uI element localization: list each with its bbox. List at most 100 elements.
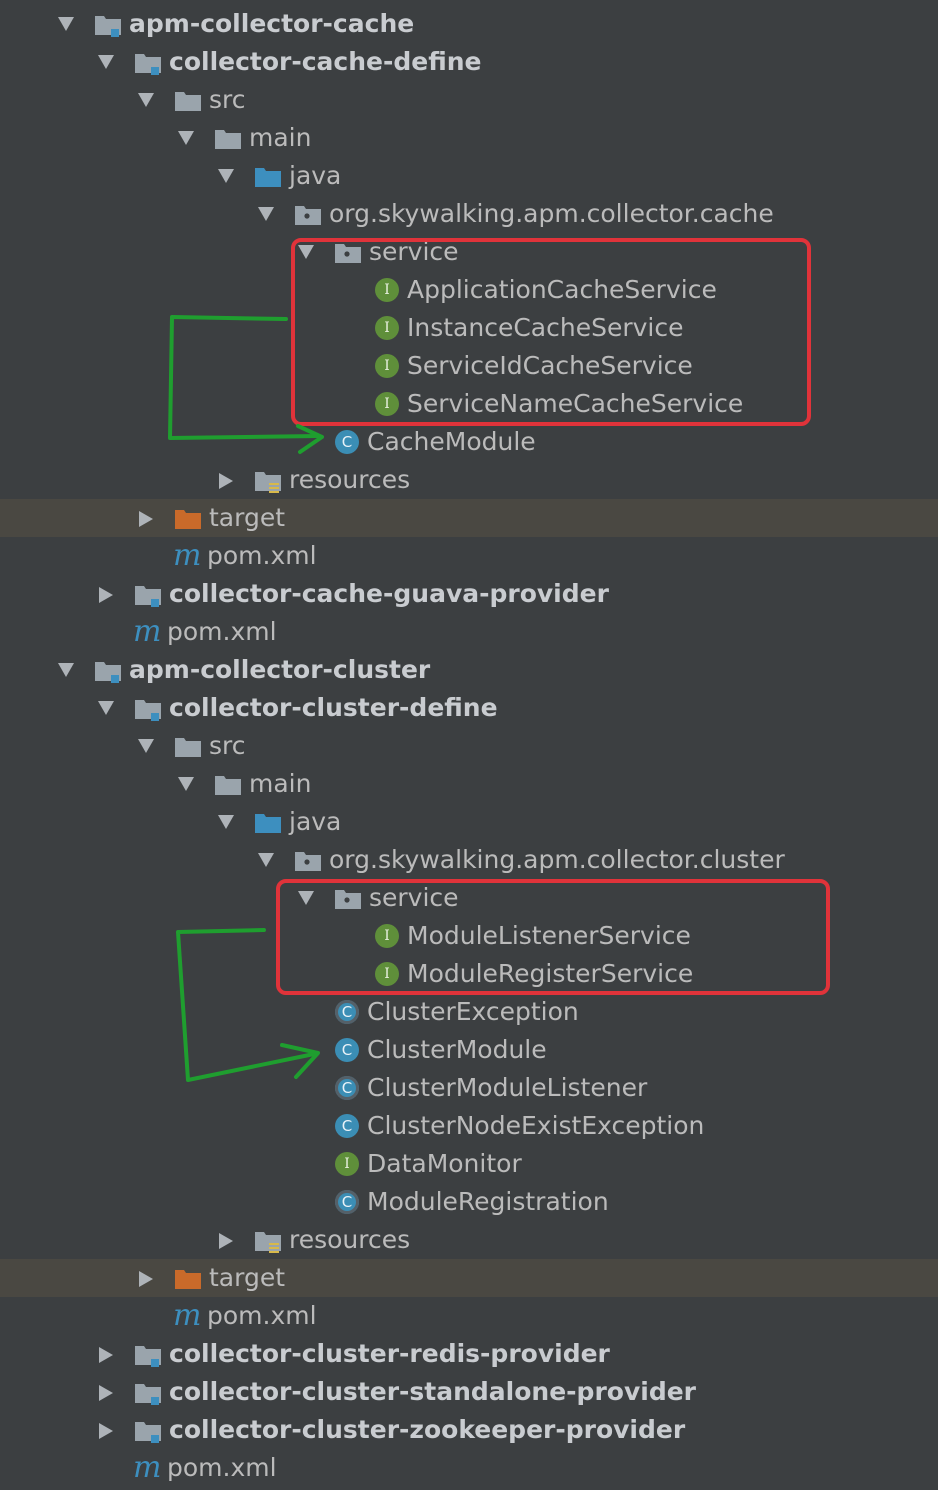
tree-item-label: src: [209, 85, 246, 114]
tree-row[interactable]: target: [0, 499, 938, 537]
expand-arrow-icon[interactable]: [253, 195, 277, 233]
tree-row[interactable]: apm-collector-cluster: [0, 651, 938, 689]
tree-row[interactable]: src: [0, 81, 938, 119]
collapse-arrow-icon[interactable]: [133, 499, 157, 537]
target-folder-icon: [173, 1259, 205, 1297]
resources-folder-icon: [253, 1221, 285, 1259]
project-tree[interactable]: apm-collector-cache collector-cache-defin…: [0, 0, 938, 1490]
collapse-arrow-icon[interactable]: [133, 1259, 157, 1297]
expand-arrow-icon[interactable]: [293, 233, 317, 271]
interface-icon: I: [375, 955, 407, 993]
collapse-arrow-icon[interactable]: [93, 575, 117, 613]
expand-arrow-icon[interactable]: [133, 81, 157, 119]
abstract-class-icon: C: [335, 993, 367, 1031]
expand-arrow-icon[interactable]: [173, 765, 197, 803]
resources-folder-icon: [253, 461, 285, 499]
tree-row[interactable]: src: [0, 727, 938, 765]
class-badge: C: [335, 1114, 359, 1138]
tree-row[interactable]: resources: [0, 1221, 938, 1259]
tree-row[interactable]: C CacheModule: [0, 423, 938, 461]
tree-row[interactable]: apm-collector-cache: [0, 5, 938, 43]
tree-item-label: target: [209, 1263, 286, 1292]
tree-item-label: main: [249, 769, 312, 798]
tree-item-label: pom.xml: [167, 1453, 277, 1482]
tree-row[interactable]: resources: [0, 461, 938, 499]
expand-arrow-icon[interactable]: [133, 727, 157, 765]
tree-row[interactable]: collector-cluster-zookeeper-provider: [0, 1411, 938, 1449]
expand-arrow-icon[interactable]: [213, 157, 237, 195]
tree-row[interactable]: main: [0, 765, 938, 803]
tree-row[interactable]: C ClusterNodeExistException: [0, 1107, 938, 1145]
tree-row[interactable]: org.skywalking.apm.collector.cache: [0, 195, 938, 233]
tree-row[interactable]: org.skywalking.apm.collector.cluster: [0, 841, 938, 879]
tree-row[interactable]: collector-cluster-redis-provider: [0, 1335, 938, 1373]
expand-arrow-icon[interactable]: [213, 803, 237, 841]
expand-arrow-icon[interactable]: [293, 879, 317, 917]
maven-glyph: m: [173, 538, 202, 573]
tree-row[interactable]: I DataMonitor: [0, 1145, 938, 1183]
folder-icon: [173, 81, 205, 119]
maven-icon: m: [173, 1297, 205, 1335]
interface-icon: I: [375, 385, 407, 423]
tree-row[interactable]: m pom.xml: [0, 1449, 938, 1487]
interface-icon: I: [375, 271, 407, 309]
class-badge: C: [335, 1000, 359, 1024]
tree-row[interactable]: java: [0, 803, 938, 841]
tree-row[interactable]: main: [0, 119, 938, 157]
tree-row[interactable]: I ModuleRegisterService: [0, 955, 938, 993]
folder-icon: [213, 119, 245, 157]
tree-row[interactable]: service: [0, 233, 938, 271]
expand-arrow-icon[interactable]: [173, 119, 197, 157]
tree-item-label: collector-cluster-standalone-provider: [169, 1377, 697, 1406]
tree-row[interactable]: C ModuleRegistration: [0, 1183, 938, 1221]
tree-row[interactable]: service: [0, 879, 938, 917]
tree-item-label: src: [209, 731, 246, 760]
tree-item-label: InstanceCacheService: [407, 313, 684, 342]
interface-badge: I: [375, 924, 399, 948]
tree-row[interactable]: m pom.xml: [0, 1297, 938, 1335]
expand-arrow-icon[interactable]: [93, 43, 117, 81]
tree-row[interactable]: I ServiceIdCacheService: [0, 347, 938, 385]
tree-item-label: main: [249, 123, 312, 152]
module-folder-icon: [133, 1373, 165, 1411]
collapse-arrow-icon[interactable]: [93, 1411, 117, 1449]
module-folder-icon: [133, 43, 165, 81]
expand-arrow-icon[interactable]: [93, 689, 117, 727]
tree-row[interactable]: C ClusterModule: [0, 1031, 938, 1069]
package-icon: [333, 233, 365, 271]
tree-row[interactable]: collector-cache-guava-provider: [0, 575, 938, 613]
tree-row[interactable]: I ModuleListenerService: [0, 917, 938, 955]
interface-badge: I: [375, 316, 399, 340]
tree-item-label: ServiceIdCacheService: [407, 351, 693, 380]
module-folder-icon: [133, 575, 165, 613]
tree-row[interactable]: collector-cluster-standalone-provider: [0, 1373, 938, 1411]
tree-item-label: service: [369, 883, 459, 912]
collapse-arrow-icon[interactable]: [93, 1335, 117, 1373]
tree-item-label: collector-cache-guava-provider: [169, 579, 609, 608]
tree-row[interactable]: m pom.xml: [0, 537, 938, 575]
class-icon: C: [335, 1107, 367, 1145]
collapse-arrow-icon[interactable]: [93, 1373, 117, 1411]
tree-row[interactable]: C ClusterModuleListener: [0, 1069, 938, 1107]
tree-row[interactable]: target: [0, 1259, 938, 1297]
collapse-arrow-icon[interactable]: [213, 461, 237, 499]
tree-item-label: target: [209, 503, 286, 532]
tree-row[interactable]: java: [0, 157, 938, 195]
expand-arrow-icon[interactable]: [253, 841, 277, 879]
tree-item-label: ClusterNodeExistException: [367, 1111, 705, 1140]
tree-row[interactable]: collector-cluster-define: [0, 689, 938, 727]
tree-row[interactable]: I InstanceCacheService: [0, 309, 938, 347]
tree-row[interactable]: I ApplicationCacheService: [0, 271, 938, 309]
expand-arrow-icon[interactable]: [53, 651, 77, 689]
interface-badge: I: [375, 392, 399, 416]
package-icon: [293, 841, 325, 879]
tree-row[interactable]: I ServiceNameCacheService: [0, 385, 938, 423]
tree-row[interactable]: collector-cache-define: [0, 43, 938, 81]
expand-arrow-icon[interactable]: [53, 5, 77, 43]
tree-item-label: resources: [289, 465, 411, 494]
collapse-arrow-icon[interactable]: [213, 1221, 237, 1259]
tree-row[interactable]: C ClusterException: [0, 993, 938, 1031]
tree-row[interactable]: m pom.xml: [0, 613, 938, 651]
maven-glyph: m: [133, 1450, 162, 1485]
tree-item-label: ModuleRegisterService: [407, 959, 694, 988]
